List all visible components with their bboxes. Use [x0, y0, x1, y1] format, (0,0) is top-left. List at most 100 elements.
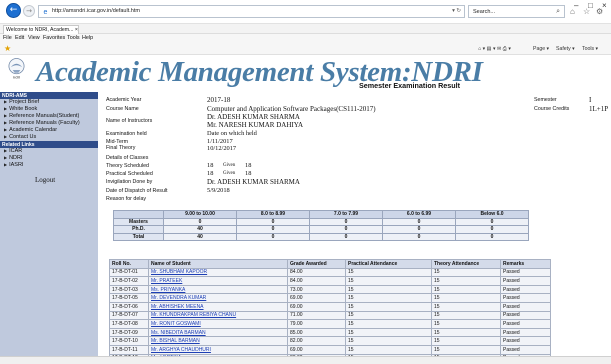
sidebar-item-white-book[interactable]: ▶ White Book	[0, 106, 98, 113]
theory-scheduled: 18	[207, 162, 214, 169]
table-row: 17-B-DT-07 Mr. KHUNDRAKPAM REBIYA CHANU 71…	[109, 310, 551, 321]
student-name-link[interactable]: Mr. DEVENDRA KUMAR	[148, 293, 288, 303]
remarks-cell: Passed	[500, 310, 551, 321]
arrow-right-icon: ▶	[4, 120, 8, 125]
student-name-link[interactable]: Mr. SHUBHAM KAPOOR	[148, 267, 288, 278]
student-name-link[interactable]: Mr. KHUNDRAKPAM REBIYA CHANU	[148, 310, 288, 321]
menu-help[interactable]: Help	[82, 35, 93, 41]
practical-attendance-cell: 15	[345, 327, 432, 338]
menu-view[interactable]: View	[28, 35, 40, 41]
label-semester: Semester	[534, 97, 557, 103]
table-cell: 0	[455, 225, 529, 234]
table-header: Roll No.	[109, 259, 149, 269]
table-cell: 0	[382, 217, 456, 226]
remarks-cell: Passed	[500, 267, 551, 278]
table-cell: 0	[236, 232, 310, 241]
sidebar-item-contact-us[interactable]: ▶ Contact Us	[0, 134, 98, 141]
table-header-row: 9.00 to 10.00 8.0 to 8.99 7.0 to 7.99 6.…	[113, 210, 529, 219]
roll-no-cell: 17-B-DT-05	[109, 293, 149, 303]
forward-arrow-icon[interactable]: →	[23, 5, 35, 17]
sidebar-item-icar[interactable]: ▶ ICAR	[0, 148, 98, 155]
menu-favorites[interactable]: Favorites	[43, 35, 65, 41]
arrow-right-icon: ▶	[4, 106, 8, 111]
theory-attendance-cell: 15	[431, 319, 501, 329]
sidebar-item-ndri[interactable]: ▶ NDRI	[0, 155, 98, 162]
address-bar[interactable]: e http://amsndri.icar.gov.in/default.htm…	[38, 5, 465, 18]
logout-link[interactable]: Logout	[35, 176, 55, 184]
student-name-link[interactable]: Mr. BISHAL BARMAN	[148, 336, 288, 346]
theory-attendance-cell: 15	[431, 310, 501, 321]
site-banner: ndri Academic Management System:NDRI Sem…	[0, 55, 611, 93]
arrow-right-icon: ▶	[4, 155, 8, 160]
table-row: 17-B-DT-06 Mr. ABHISHEK MEENA 69.00 15 15 Pas…	[109, 301, 551, 312]
sidebar-item-ref-student[interactable]: ▶ Reference Manuals(Student)	[0, 113, 98, 120]
student-results-table: Roll No. Name of Student Grade Awarded P…	[109, 259, 551, 364]
table-cell: 0	[382, 225, 456, 234]
address-url: http://amsndri.icar.gov.in/default.htm	[52, 8, 140, 14]
menu-file[interactable]: File	[3, 35, 12, 41]
practical-attendance-cell: 15	[345, 284, 432, 295]
grade-distribution-table: 9.00 to 10.00 8.0 to 8.99 7.0 to 7.99 6.…	[113, 210, 529, 241]
label-final-theory: Final Theory	[106, 145, 136, 151]
page-menu[interactable]: Page ▾	[533, 46, 549, 52]
label-instructors: Name of Instructors	[106, 118, 153, 124]
midterm-date: 1/11/2017	[207, 138, 233, 145]
table-row: 17-B-DT-08 Mr. RONIT GOSWAMI 79.00 15 15 Pass…	[109, 319, 551, 329]
browser-tab[interactable]: Welcome to NDRI, Academ... ×	[3, 25, 79, 34]
remarks-cell: Passed	[500, 293, 551, 303]
table-row: 17-B-DT-01 Mr. SHUBHAM KAPOOR 84.00 15 15 Pas…	[109, 267, 551, 278]
tab-bar: Welcome to NDRI, Academ... ×	[0, 24, 611, 34]
table-cell: 40	[163, 225, 237, 234]
tab-title: Welcome to NDRI, Academ...	[6, 27, 74, 33]
theory-given: 18	[245, 162, 252, 169]
menu-tools[interactable]: Tools	[67, 35, 80, 41]
table-header: 8.0 to 8.99	[236, 210, 310, 219]
student-name-link[interactable]: Mr. PRATEEK	[148, 276, 288, 286]
grade-cell: 73.00	[287, 284, 346, 295]
table-row: 17-B-DT-05 Mr. DEVENDRA KUMAR 69.00 15 15 Pas…	[109, 293, 551, 303]
sidebar-item-ref-faculty[interactable]: ▶ Reference Manuals (Faculty)	[0, 120, 98, 127]
table-cell: 0	[309, 225, 383, 234]
search-icon[interactable]: ⌕	[556, 8, 560, 16]
tools-menu[interactable]: Tools ▾	[582, 46, 598, 52]
student-name-link[interactable]: Mr. RONIT GOSWAMI	[148, 319, 288, 329]
invigilation: Dr. ADESH KUMAR SHARMA	[207, 178, 300, 186]
student-name-link[interactable]: Mr. ARGHYA CHAUDHURI	[148, 344, 288, 355]
favorites-star-icon[interactable]: ☆	[583, 7, 590, 16]
ie-page-icon: e	[43, 9, 48, 16]
label-practical-scheduled: Practical Scheduled	[106, 171, 153, 177]
home-cmd-icon[interactable]: ⌂ ▾ ▤ ▾ ✉ ⎙ ▾	[478, 46, 511, 53]
search-box[interactable]: Search... ⌕	[468, 5, 565, 18]
student-name-link[interactable]: Mr. ABHISHEK MEENA	[148, 301, 288, 312]
table-row: 17-B-DT-03 Ms. PRIYANKA 73.00 15 15 Passed	[109, 284, 551, 295]
table-cell: 0	[455, 217, 529, 226]
arrow-right-icon: ▶	[4, 99, 8, 104]
practical-scheduled: 18	[207, 170, 214, 177]
theory-attendance-cell: 15	[431, 293, 501, 303]
grade-cell: 84.00	[287, 267, 346, 278]
practical-attendance-cell: 15	[345, 276, 432, 286]
practical-attendance-cell: 15	[345, 310, 432, 321]
course-name: Computer and Application Software Packag…	[207, 105, 376, 113]
menu-edit[interactable]: Edit	[15, 35, 24, 41]
settings-gear-icon[interactable]: ⚙	[596, 7, 603, 16]
ndri-logo-icon: ndri	[8, 58, 25, 80]
sidebar-item-iasri[interactable]: ▶ IASRI	[0, 162, 98, 169]
label-theory-scheduled: Theory Scheduled	[106, 163, 149, 169]
table-header-row: Roll No. Name of Student Grade Awarded P…	[109, 259, 551, 269]
table-cell: 0	[455, 232, 529, 241]
sidebar: NDRI-AMS ▶ Project Brief ▶ White Book ▶ Ref…	[0, 92, 98, 364]
table-header: Practical Attendance	[345, 259, 432, 269]
student-name-link[interactable]: Ms. NIBEDITA BARMAN	[148, 327, 288, 338]
safety-menu[interactable]: Safety ▾	[556, 46, 575, 52]
table-header	[113, 210, 164, 219]
favorites-bar-star-icon[interactable]: ★	[4, 44, 11, 53]
arrow-right-icon: ▶	[4, 148, 8, 153]
sidebar-item-project-brief[interactable]: ▶ Project Brief	[0, 99, 98, 106]
refresh-icon[interactable]: ▾ ↻	[452, 8, 461, 14]
sidebar-item-academic-calendar[interactable]: ▶ Academic Calendar	[0, 127, 98, 134]
back-arrow-icon[interactable]: ←	[6, 3, 21, 18]
theory-attendance-cell: 15	[431, 276, 501, 286]
student-name-link[interactable]: Ms. PRIYANKA	[148, 284, 288, 295]
home-icon[interactable]: ⌂	[570, 7, 575, 16]
